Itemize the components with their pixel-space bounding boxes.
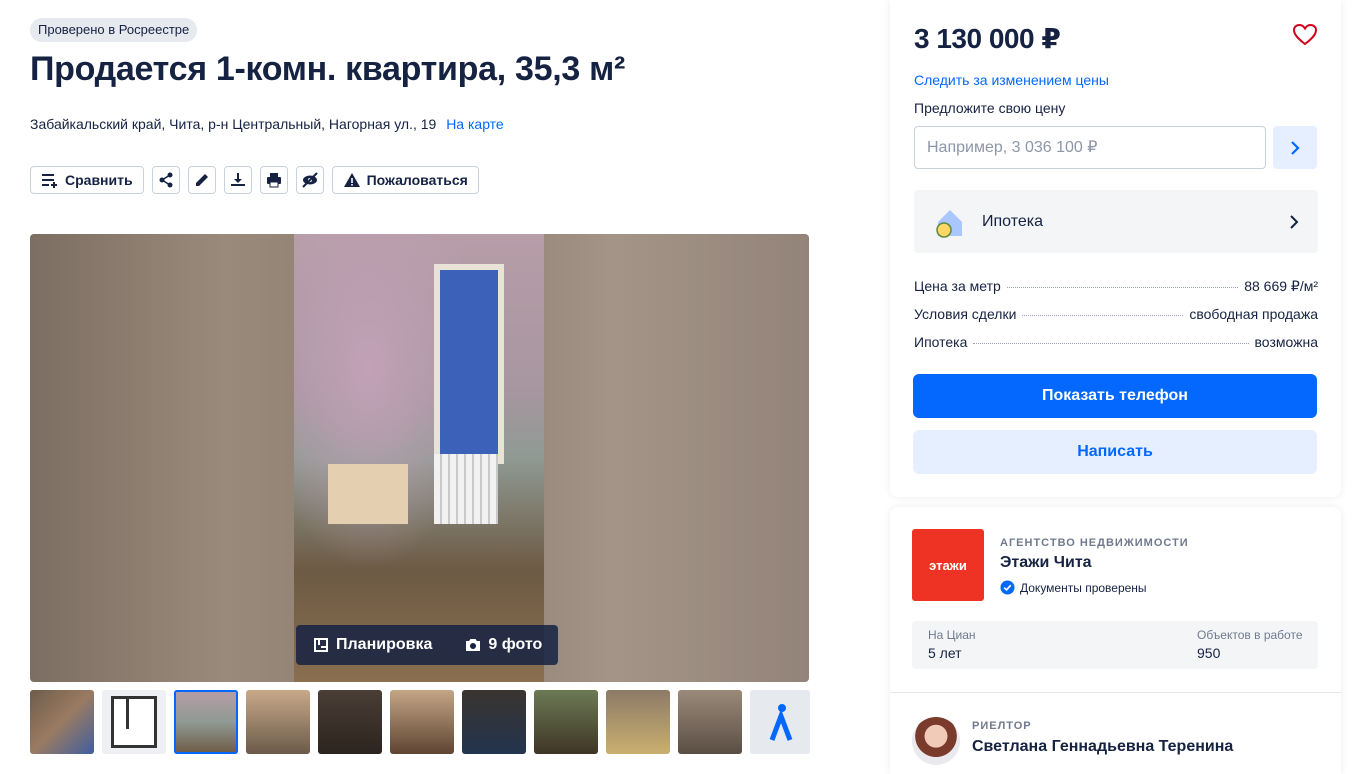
stat-objects: Объектов в работе 950 [1197,628,1303,661]
thumbnail[interactable] [30,690,94,754]
print-icon [266,173,281,188]
fact-row: Цена за метр 88 669 ₽/м² [914,278,1318,306]
dotted-leader [1022,315,1184,316]
realtor-type: РИЕЛТОР [972,720,1032,732]
write-message-button[interactable]: Написать [913,430,1317,474]
thumbnail[interactable] [390,690,454,754]
price-facts: Цена за метр 88 669 ₽/м² Условия сделки … [914,278,1318,362]
agency-type: АГЕНТСТВО НЕДВИЖИМОСТИ [1000,537,1189,549]
fact-value: 88 669 ₽/м² [1244,278,1318,294]
compare-label: Сравнить [65,172,133,188]
house-coin-icon [932,204,968,240]
thumbnail[interactable] [678,690,742,754]
gallery-controls: Планировка 9 фото [296,625,559,665]
photos-button[interactable]: 9 фото [448,625,558,665]
share-button[interactable] [151,166,180,194]
mortgage-banner[interactable]: Ипотека [914,190,1318,253]
fact-value: свободная продажа [1189,306,1318,322]
agency-card: этажи АГЕНТСТВО НЕДВИЖИМОСТИ Этажи Чита … [890,507,1341,774]
report-label: Пожаловаться [366,172,468,188]
suggest-price-label: Предложите свою цену [914,100,1066,116]
agency-stats: На Циан 5 лет Объектов в работе 950 [912,621,1318,669]
listing-page: Проверено в Росреестре Продается 1-комн.… [0,0,1364,774]
actions-toolbar: Сравнить Пожаловаться [30,166,479,194]
offer-card: 3 130 000 ₽ Следить за изменением цены П… [890,0,1341,497]
fact-value: возможна [1254,334,1318,350]
thumbnail[interactable] [606,690,670,754]
thumbnail[interactable] [534,690,598,754]
photo-gallery[interactable]: Планировка 9 фото [30,234,809,682]
plan-icon [314,638,328,652]
verified-label: Документы проверены [1020,580,1147,595]
chevron-right-icon [1291,140,1300,155]
suggest-price-submit[interactable] [1273,126,1317,169]
realtor-avatar[interactable] [912,717,960,765]
mortgage-label: Ипотека [982,212,1044,230]
fact-label: Цена за метр [914,278,1001,294]
download-icon [230,173,245,186]
share-icon [159,172,173,188]
agency-name[interactable]: Этажи Чита [1000,554,1092,572]
verified-status: Документы проверены [1000,580,1147,595]
stat-value: 5 лет [928,645,962,661]
hide-icon [301,172,318,188]
panorama-icon [769,704,793,741]
plan-button[interactable]: Планировка [296,625,448,665]
print-button[interactable] [259,166,288,194]
floor-plan-icon [111,696,157,748]
warning-icon [343,173,360,187]
main-photo[interactable] [294,234,544,682]
fact-row: Ипотека возможна [914,334,1318,362]
compare-button[interactable]: Сравнить [30,166,144,194]
divider [890,692,1341,693]
photos-label: 9 фото [488,636,543,653]
rosreestr-badge: Проверено в Росреестре [30,18,198,42]
thumbnail-active[interactable] [174,690,238,754]
stat-value: 950 [1197,645,1221,661]
stat-label: На Циан [928,628,976,642]
dotted-leader [973,343,1249,344]
photo-radiator [434,454,498,524]
page-title: Продается 1-комн. квартира, 35,3 м² [30,50,625,88]
hide-button[interactable] [295,166,324,194]
thumbnail-plan[interactable] [102,690,166,754]
edit-button[interactable] [187,166,216,194]
agency-logo-text: этажи [929,557,967,573]
thumbnail[interactable] [462,690,526,754]
edit-icon [195,174,208,186]
show-phone-button[interactable]: Показать телефон [913,374,1317,418]
download-button[interactable] [223,166,252,194]
report-button[interactable]: Пожаловаться [331,166,479,194]
stat-label: Объектов в работе [1197,628,1303,642]
suggest-price-input[interactable] [914,126,1266,169]
photo-table [328,464,408,524]
agency-logo[interactable]: этажи [912,529,984,601]
favorite-heart-icon[interactable] [1292,22,1318,48]
thumbnail[interactable] [318,690,382,754]
fact-label: Ипотека [914,334,968,350]
thumbnail-strip [30,690,810,754]
price-watch-link[interactable]: Следить за изменением цены [914,72,1109,88]
address-text: Забайкальский край, Чита, р-н Центральны… [30,116,437,132]
fact-row: Условия сделки свободная продажа [914,306,1318,334]
chevron-right-icon [1290,214,1299,229]
fact-label: Условия сделки [914,306,1017,322]
price: 3 130 000 ₽ [914,23,1061,54]
stat-years: На Циан 5 лет [928,628,976,661]
plan-label: Планировка [336,636,433,653]
dotted-leader [1006,287,1239,288]
photo-window [434,264,504,464]
compare-icon [42,174,57,188]
thumbnail[interactable] [246,690,310,754]
address-line: Забайкальский край, Чита, р-н Центральны… [30,116,504,132]
panorama-thumbnail[interactable] [750,690,810,754]
map-link[interactable]: На карте [446,116,504,132]
realtor-name[interactable]: Светлана Геннадьевна Теренина [972,738,1233,756]
verified-check-icon [1000,580,1015,595]
camera-icon [466,639,481,651]
